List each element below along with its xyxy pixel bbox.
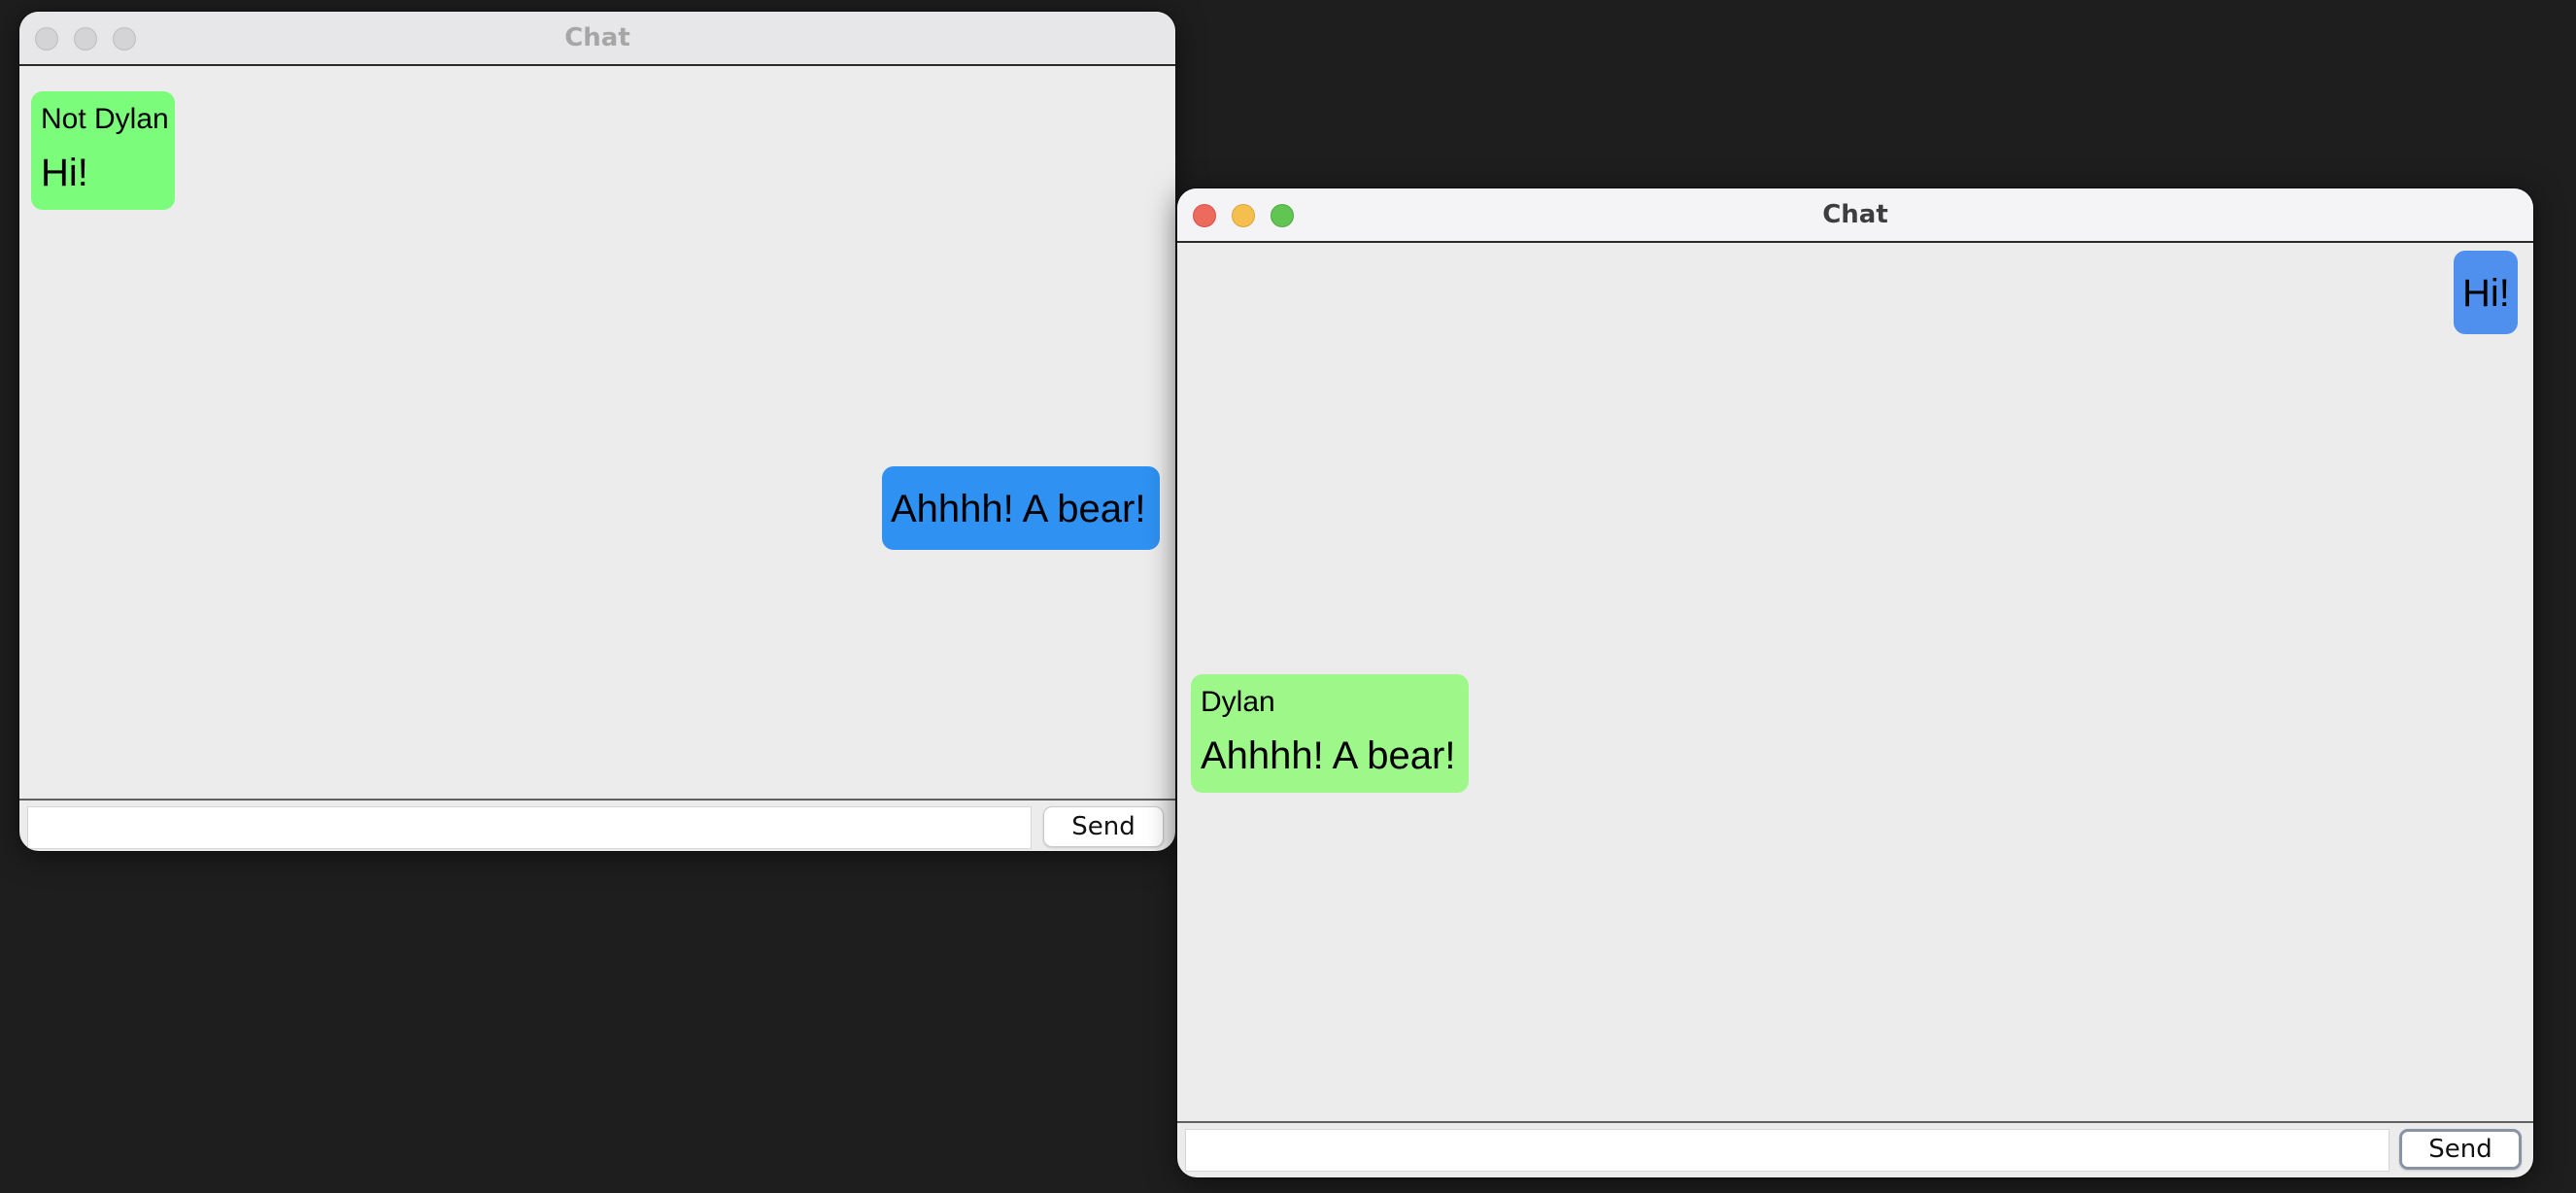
message-area[interactable]: Not Dylan Hi! Ahhhh! A bear! — [19, 66, 1175, 801]
message-bubble-received: Dylan Ahhhh! A bear! — [1191, 674, 1469, 793]
message-bubble-sent: Hi! — [2454, 251, 2518, 334]
message-bubble-received: Not Dylan Hi! — [31, 91, 175, 210]
send-button[interactable]: Send — [2399, 1129, 2522, 1170]
message-area[interactable]: Hi! Dylan Ahhhh! A bear! — [1177, 243, 2533, 1123]
window-title: Chat — [1822, 200, 1888, 229]
chat-window-left[interactable]: Chat Not Dylan Hi! Ahhhh! A bear! Send — [19, 12, 1175, 851]
message-bubble-sent: Ahhhh! A bear! — [882, 466, 1160, 550]
message-text: Ahhhh! A bear! — [1201, 734, 1456, 777]
composer: Send — [19, 801, 1175, 851]
message-input[interactable] — [27, 806, 1032, 849]
message-sender: Not Dylan — [41, 103, 169, 135]
message-text: Hi! — [41, 152, 88, 194]
window-title: Chat — [564, 23, 630, 52]
title-bar[interactable]: Chat — [1177, 188, 2533, 243]
message-sender: Dylan — [1201, 686, 1275, 718]
send-button[interactable]: Send — [1043, 806, 1164, 847]
chat-window-right[interactable]: Chat Hi! Dylan Ahhhh! A bear! Send — [1177, 188, 2533, 1177]
message-text: Ahhhh! A bear! — [891, 488, 1146, 530]
composer: Send — [1177, 1123, 2533, 1177]
title-bar[interactable]: Chat — [19, 12, 1175, 66]
message-input[interactable] — [1185, 1129, 2390, 1172]
message-text: Hi! — [2462, 272, 2510, 315]
